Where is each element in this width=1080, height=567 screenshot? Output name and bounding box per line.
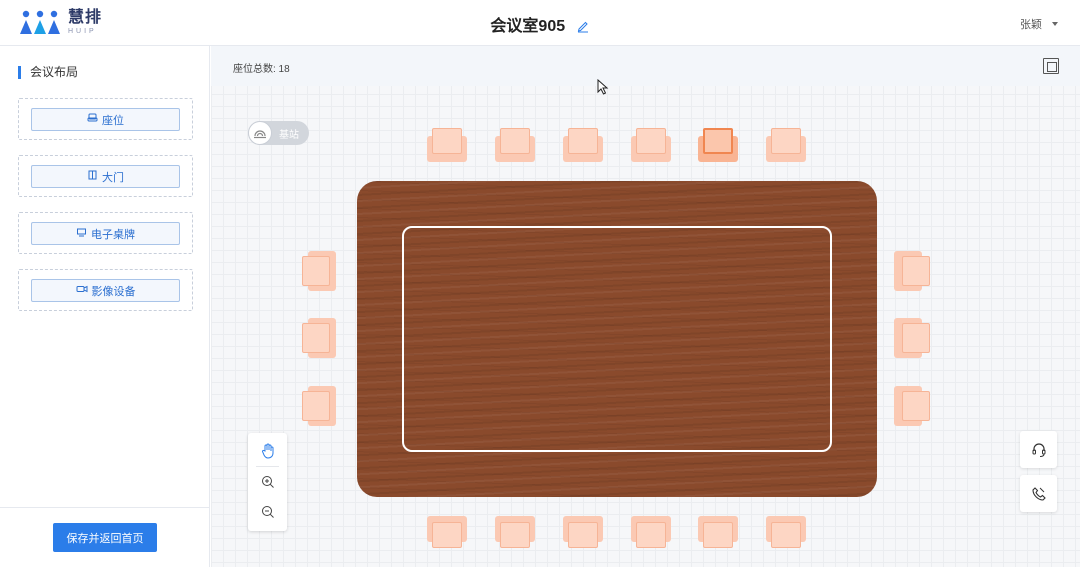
seat-back: [432, 128, 462, 154]
headset-icon[interactable]: [1020, 431, 1057, 468]
room-title: 会议室905: [490, 18, 566, 35]
table-inner-border: [402, 226, 832, 452]
section-title: 会议布局: [18, 66, 78, 79]
seat-back: [703, 128, 733, 154]
seat-bottom-3[interactable]: [563, 514, 603, 550]
seat-back: [771, 522, 801, 548]
phone-icon[interactable]: [1020, 475, 1057, 512]
seat-back: [568, 522, 598, 548]
canvas-toolbar: 座位总数: 18: [211, 46, 1080, 86]
tool-label: 座位: [102, 114, 124, 127]
seat-back: [568, 128, 598, 154]
user-name: 张颖: [1020, 19, 1042, 31]
fullscreen-icon[interactable]: [1043, 58, 1059, 74]
seat-bottom-5[interactable]: [698, 514, 738, 550]
conference-table[interactable]: [357, 181, 877, 497]
table-sign-icon: [76, 227, 91, 240]
seat-bottom-4[interactable]: [631, 514, 671, 550]
zoom-out-icon[interactable]: [258, 502, 278, 522]
seat-back: [902, 391, 930, 421]
seat-back: [902, 256, 930, 286]
camera-icon: [76, 284, 92, 297]
seat-back: [302, 256, 330, 286]
seat-left-3[interactable]: [302, 386, 338, 426]
seat-left-2[interactable]: [302, 318, 338, 358]
seat-left-1[interactable]: [302, 251, 338, 291]
door-icon: [87, 170, 102, 183]
add-seat-button[interactable]: 座位: [31, 108, 180, 131]
chevron-down-icon: [1052, 22, 1058, 26]
seat-icon: [87, 113, 102, 126]
seat-count: 座位总数: 18: [233, 64, 290, 75]
seat-top-2[interactable]: [495, 128, 535, 164]
seat-back: [302, 391, 330, 421]
seat-top-1[interactable]: [427, 128, 467, 164]
add-door-button[interactable]: 大门: [31, 165, 180, 188]
seat-bottom-2[interactable]: [495, 514, 535, 550]
save-and-return-button[interactable]: 保存并返回首页: [53, 523, 157, 552]
zoom-in-icon[interactable]: [258, 472, 278, 492]
edit-icon[interactable]: [576, 19, 590, 38]
sidebar: 会议布局 座位 大门 电子桌牌 影像设备 保存并返回首页: [0, 46, 210, 567]
tool-box-door: 大门: [18, 155, 193, 197]
seat-back: [500, 522, 530, 548]
seat-right-1[interactable]: [894, 251, 930, 291]
seat-bottom-6[interactable]: [766, 514, 806, 550]
base-station-icon: [248, 121, 272, 145]
seat-top-4[interactable]: [631, 128, 671, 164]
seat-back: [636, 128, 666, 154]
seat-right-3[interactable]: [894, 386, 930, 426]
seat-right-2[interactable]: [894, 318, 930, 358]
add-table-sign-button[interactable]: 电子桌牌: [31, 222, 180, 245]
tool-label: 大门: [102, 171, 124, 184]
seat-top-6[interactable]: [766, 128, 806, 164]
seat-top-5[interactable]: [698, 128, 738, 164]
seat-top-3[interactable]: [563, 128, 603, 164]
mouse-cursor-icon: [597, 78, 609, 100]
base-station[interactable]: 基站: [248, 121, 309, 145]
seat-back: [302, 323, 330, 353]
seat-back: [703, 522, 733, 548]
user-menu[interactable]: 张颖: [1020, 16, 1058, 32]
seat-back: [902, 323, 930, 353]
seat-bottom-1[interactable]: [427, 514, 467, 550]
app-header: 慧排 HUIP 会议室905 张颖: [0, 0, 1080, 46]
seat-back: [771, 128, 801, 154]
tool-label: 电子桌牌: [91, 228, 135, 241]
tool-box-table-sign: 电子桌牌: [18, 212, 193, 254]
seat-back: [432, 522, 462, 548]
zoom-panel: [248, 433, 287, 531]
base-station-label: 基站: [279, 130, 299, 141]
tool-box-seat: 座位: [18, 98, 193, 140]
tool-label: 影像设备: [91, 285, 136, 298]
sidebar-footer: 保存并返回首页: [0, 507, 210, 567]
hand-icon[interactable]: [258, 441, 278, 461]
divider: [256, 466, 279, 467]
add-camera-button[interactable]: 影像设备: [31, 279, 180, 302]
seat-back: [500, 128, 530, 154]
tool-box-camera: 影像设备: [18, 269, 193, 311]
seat-back: [636, 522, 666, 548]
